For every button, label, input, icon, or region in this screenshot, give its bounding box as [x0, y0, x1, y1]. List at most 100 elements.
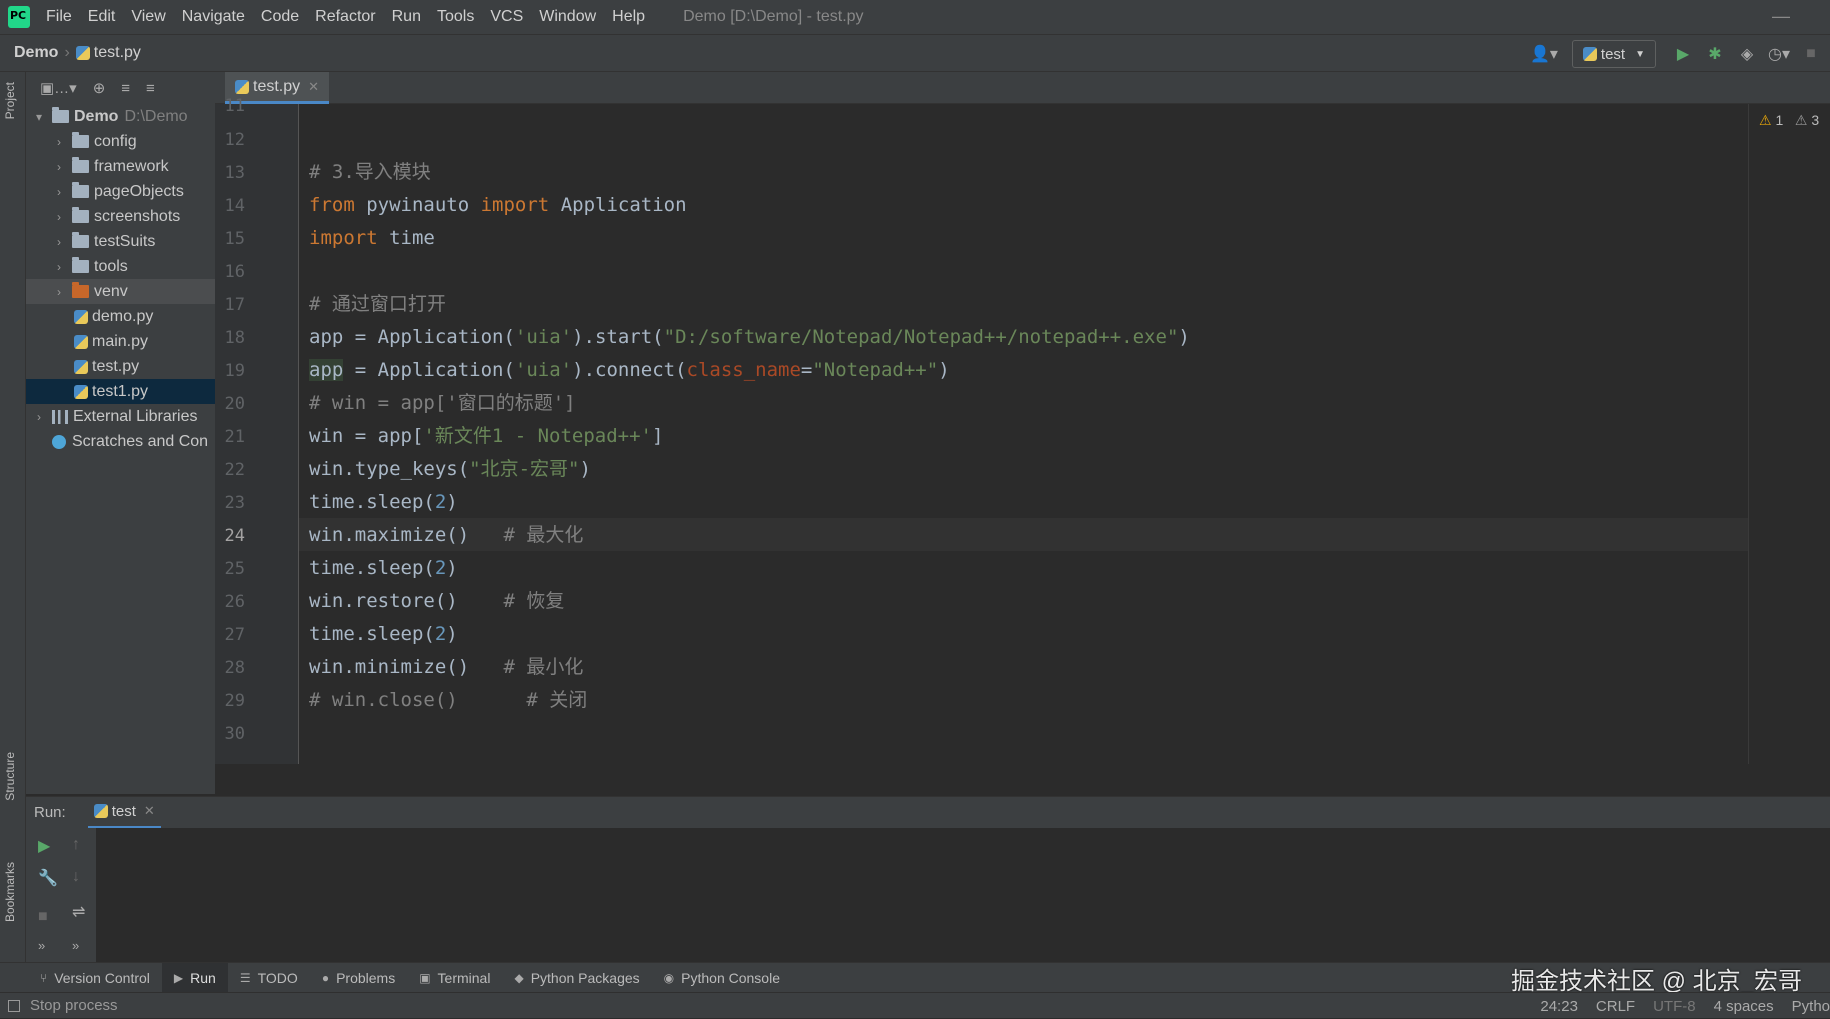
code-text: = [800, 359, 813, 381]
menu-window[interactable]: Window [539, 8, 596, 26]
status-bar: Stop process 24:23 CRLF UTF-8 4 spaces P… [0, 992, 1830, 1018]
collapse-all-icon[interactable]: ≡ [146, 80, 155, 97]
bookmarks-tool-button[interactable]: Bookmarks [3, 862, 17, 922]
folder-icon [72, 182, 89, 198]
menu-run[interactable]: Run [392, 8, 421, 26]
coverage-icon[interactable]: ◈ [1734, 44, 1760, 64]
tree-folder-venv[interactable]: › venv [26, 279, 215, 304]
view-mode-icon[interactable]: ▣…▾ [40, 79, 77, 97]
run-configuration-select[interactable]: test ▼ [1571, 40, 1656, 68]
profile-icon[interactable]: ◷▾ [1766, 44, 1792, 64]
status-widgets: 24:23 CRLF UTF-8 4 spaces Pytho [1540, 993, 1830, 1019]
soft-wrap-icon[interactable]: ⇌ [72, 902, 85, 922]
stop-icon[interactable]: ■ [38, 908, 48, 926]
menu-refactor[interactable]: Refactor [315, 8, 375, 26]
tree-file-test[interactable]: test.py [26, 354, 215, 379]
main-toolbar: 👤▾ test ▼ ▶ ✱ ◈ ◷▾ ■ [1530, 35, 1830, 73]
tool-terminal[interactable]: ▣ Terminal [407, 963, 502, 993]
tool-todo[interactable]: ☰ TODO [228, 963, 310, 993]
file-encoding[interactable]: UTF-8 [1653, 998, 1696, 1015]
indent-setting[interactable]: 4 spaces [1714, 998, 1774, 1015]
menu-navigate[interactable]: Navigate [182, 8, 245, 26]
warning-count: 3 [1811, 112, 1820, 128]
tree-folder-framework[interactable]: › framework [26, 154, 215, 179]
tool-python-console[interactable]: ◉ Python Console [652, 963, 792, 993]
debug-icon[interactable]: ✱ [1702, 44, 1728, 64]
locate-icon[interactable]: ⊕ [93, 79, 106, 97]
run-icon: ▶ [173, 970, 184, 985]
python-file-icon [74, 309, 88, 324]
editor-tab-bar: test.py ✕ [215, 72, 1830, 104]
tree-label: config [94, 132, 137, 150]
arrow-down-icon[interactable]: ↓ [72, 868, 80, 886]
menu-file[interactable]: File [46, 8, 72, 26]
tree-folder-testsuits[interactable]: › testSuits [26, 229, 215, 254]
arrow-up-icon[interactable]: ↑ [72, 836, 80, 854]
code-text: time.sleep( [309, 623, 435, 645]
tree-folder-config[interactable]: › config [26, 129, 215, 154]
code-text: app = Application( [309, 326, 515, 348]
line-separator[interactable]: CRLF [1596, 998, 1635, 1015]
tree-scratches[interactable]: Scratches and Con [26, 429, 215, 454]
tool-problems[interactable]: ● Problems [310, 963, 407, 993]
project-tool-button[interactable]: Project [3, 82, 17, 119]
run-panel-label: Run: [34, 804, 66, 821]
tree-folder-tools[interactable]: › tools [26, 254, 215, 279]
tool-version-control[interactable]: ⑂ Version Control [0, 963, 162, 993]
menu-edit[interactable]: Edit [88, 8, 116, 26]
stop-icon[interactable]: ■ [1798, 45, 1824, 63]
code-line-19: app = Application('uia').connect(class_n… [309, 354, 950, 387]
caret-position[interactable]: 24:23 [1540, 998, 1578, 1015]
tree-folder-pageobjects[interactable]: › pageObjects [26, 179, 215, 204]
menu-view[interactable]: View [131, 8, 165, 26]
tree-file-test1[interactable]: test1.py [26, 379, 215, 404]
problems-icon: ● [321, 970, 330, 985]
user-icon[interactable]: 👤▾ [1530, 44, 1558, 64]
comment: # 最大化 [503, 524, 584, 546]
expand-all-icon[interactable]: ≡ [121, 80, 130, 97]
tree-file-main[interactable]: main.py [26, 329, 215, 354]
inspection-warnings[interactable]: ⚠ 1 ⚠ 3 [1759, 112, 1819, 129]
menu-vcs[interactable]: VCS [490, 8, 523, 26]
close-tab-icon[interactable]: ✕ [144, 803, 155, 819]
tree-file-demo[interactable]: demo.py [26, 304, 215, 329]
breadcrumb-file[interactable]: test.py [94, 44, 141, 62]
tree-external-libraries[interactable]: › External Libraries [26, 404, 215, 429]
chevron-right-icon: › [57, 284, 61, 299]
code-text: time.sleep( [309, 557, 435, 579]
run-tab-test[interactable]: test ✕ [87, 797, 161, 829]
number: 2 [434, 491, 447, 513]
tree-label: demo.py [92, 307, 154, 325]
breadcrumb-project[interactable]: Demo [14, 44, 58, 62]
tool-run[interactable]: ▶ Run [161, 962, 228, 993]
more-icon[interactable]: » [38, 938, 45, 953]
line-number: 13 [224, 163, 245, 183]
run-icon[interactable]: ▶ [1670, 44, 1696, 64]
tree-folder-screenshots[interactable]: › screenshots [26, 204, 215, 229]
rerun-icon[interactable]: ▶ [38, 836, 50, 856]
folder-icon [52, 107, 69, 123]
keyword: from [309, 194, 355, 216]
module-name: pywinauto [354, 194, 481, 216]
minimize-window-icon[interactable]: — [1772, 6, 1790, 27]
line-number-gutter: 11 12 13 14 15 16 17 18 19 20 21 22 23 2… [215, 96, 299, 764]
tree-root[interactable]: ▾ Demo D:\Demo [26, 104, 215, 129]
line-number: 23 [224, 493, 245, 513]
code-text: ) [1178, 326, 1190, 348]
folder-icon [72, 257, 89, 273]
run-console-output[interactable] [96, 828, 1830, 962]
code-editor[interactable]: # 3.导入模块 from pywinauto import Applicati… [299, 104, 1748, 764]
menu-help[interactable]: Help [612, 8, 645, 26]
menu-code[interactable]: Code [261, 8, 299, 26]
menu-tools[interactable]: Tools [437, 8, 474, 26]
tool-window-toggle-icon[interactable] [8, 999, 20, 1012]
line-number: 16 [224, 262, 245, 282]
python-interpreter[interactable]: Pytho [1792, 998, 1830, 1015]
close-tab-icon[interactable]: ✕ [308, 79, 319, 95]
structure-tool-button[interactable]: Structure [3, 752, 17, 801]
more-icon[interactable]: » [72, 938, 79, 953]
line-number: 27 [224, 625, 245, 645]
tool-python-packages[interactable]: ◆ Python Packages [502, 963, 651, 993]
python-file-icon [74, 384, 88, 399]
wrench-icon[interactable]: 🔧 [38, 868, 58, 888]
